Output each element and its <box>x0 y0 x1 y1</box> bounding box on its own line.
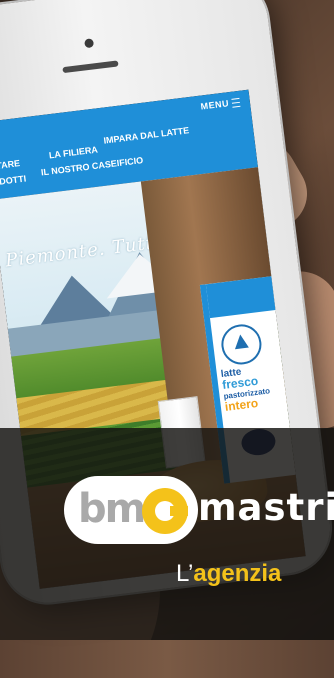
table-surface <box>0 640 334 678</box>
brand-banner: bm mastri L’agenzia <box>0 428 334 640</box>
mountain-badge-icon <box>219 322 264 367</box>
tagline-prefix: L’ <box>176 560 194 587</box>
nav-item-impara-dal-latte[interactable]: IMPARA DAL LATTE <box>103 125 190 145</box>
nav-item-prodotti[interactable]: RODOTTI <box>0 173 27 188</box>
logo-mark-text: bm <box>78 486 146 532</box>
carton-label: latte fresco pastorizzato intero <box>220 364 272 414</box>
logo-c-icon <box>142 488 188 534</box>
site-nav: ENTARE RODOTTI LA FILIERA IL NOSTRO CASE… <box>0 112 251 188</box>
tagline-highlight: agenzia <box>193 560 282 587</box>
carton-line-4: intero <box>224 395 259 414</box>
menu-button[interactable]: MENU <box>200 97 241 112</box>
nav-item-la-filiera[interactable]: LA FILIERA <box>48 145 98 161</box>
carton-cap <box>205 275 280 319</box>
menu-label: MENU <box>200 98 230 112</box>
brand-tagline: L’agenzia <box>176 560 281 588</box>
nav-item-entare[interactable]: ENTARE <box>0 158 21 172</box>
hamburger-icon <box>231 97 241 108</box>
brand-name: mastri <box>198 486 334 529</box>
